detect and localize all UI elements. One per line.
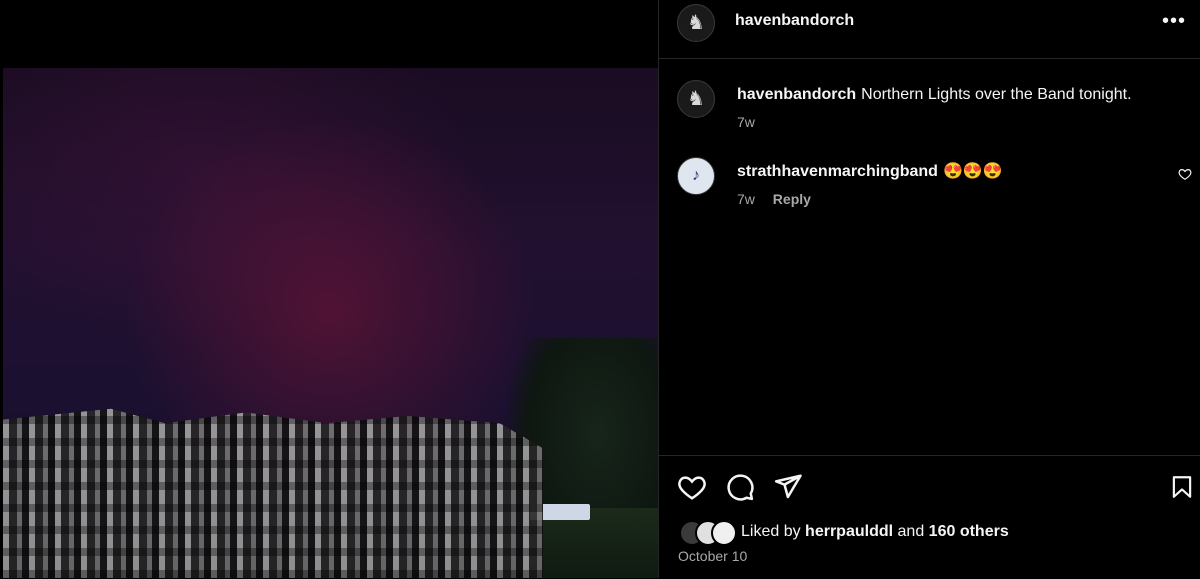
author-avatar[interactable]: ♞ (677, 4, 715, 42)
caption-avatar[interactable]: ♞ (677, 80, 715, 118)
caption-time[interactable]: 7w (737, 114, 755, 130)
comment-icon[interactable] (725, 472, 755, 502)
bookmark-icon[interactable] (1169, 472, 1195, 502)
post-actions-section: Liked by herrpaulddl and 160 others Octo… (659, 455, 1200, 579)
comment-avatar[interactable]: ♪ (677, 157, 715, 195)
liked-by-text[interactable]: Liked by herrpaulddl and 160 others (741, 523, 1009, 541)
caption-body: Northern Lights over the Band tonight. (861, 86, 1132, 103)
comment-meta: 7w Reply (737, 191, 811, 207)
band-logo-icon: ♪ (692, 167, 700, 184)
post-header: ♞ havenbandorch ••• (659, 0, 1200, 59)
more-options-icon[interactable]: ••• (1162, 10, 1186, 33)
caption-username[interactable]: havenbandorch (737, 86, 856, 103)
post-media-area (0, 0, 658, 578)
author-username[interactable]: havenbandorch (735, 12, 854, 30)
post-photo[interactable] (3, 68, 658, 578)
reply-button[interactable]: Reply (773, 191, 811, 207)
mascot-logo-icon: ♞ (687, 88, 705, 110)
caption-text: havenbandorch Northern Lights over the Ba… (737, 84, 1132, 106)
liked-by-user[interactable]: herrpaulddl (805, 523, 893, 540)
comment-text: strathhavenmarchingband 😍😍😍 (737, 161, 1003, 183)
post-date[interactable]: October 10 (678, 548, 747, 564)
post-side-panel: ♞ havenbandorch ••• ♞ havenbandorch North… (659, 0, 1200, 578)
heart-icon[interactable] (677, 472, 707, 502)
send-icon[interactable] (773, 472, 803, 502)
liked-by-prefix: Liked by (741, 523, 801, 540)
comment-username[interactable]: strathhavenmarchingband (737, 163, 938, 180)
photo-band-shading (3, 408, 543, 578)
comment-time[interactable]: 7w (737, 191, 755, 207)
comment-like-heart-icon[interactable] (1178, 167, 1192, 181)
liked-by-connector: and (897, 523, 925, 540)
liked-by-others[interactable]: 160 others (929, 523, 1009, 540)
caption-meta: 7w (737, 114, 755, 130)
mascot-logo-icon: ♞ (687, 12, 705, 34)
liker-avatar[interactable] (711, 520, 737, 546)
comment-body: 😍😍😍 (942, 163, 1003, 180)
